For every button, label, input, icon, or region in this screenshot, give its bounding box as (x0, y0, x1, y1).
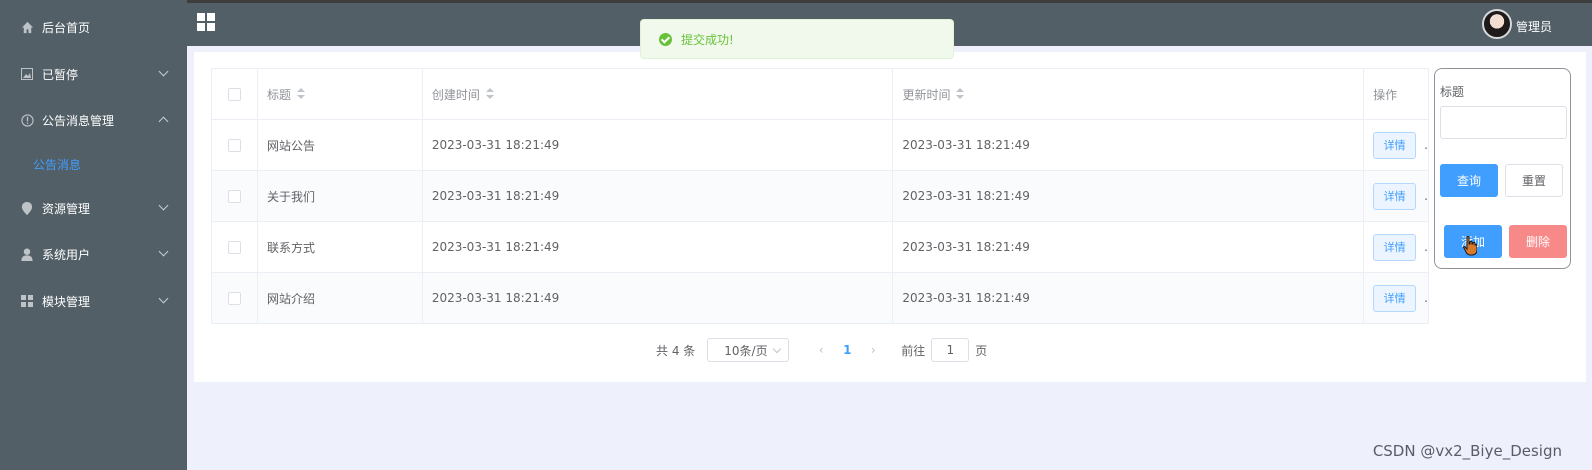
cell-updated: 2023-03-31 18:21:49 (893, 171, 1364, 221)
grid-icon (20, 294, 34, 308)
query-button[interactable]: 查询 (1440, 164, 1498, 197)
sidebar-item-label: 已暂停 (42, 67, 79, 82)
cell-created: 2023-03-31 18:21:49 (423, 120, 894, 170)
select-all-checkbox[interactable] (227, 87, 241, 101)
sort-icon[interactable] (485, 88, 494, 100)
page-size-select[interactable]: 10条/页 (707, 338, 790, 362)
next-page-icon[interactable]: › (863, 343, 883, 357)
sidebar-item-label: 资源管理 (42, 201, 91, 216)
cell-created: 2023-03-31 18:21:49 (423, 222, 894, 272)
chevron-down-icon (158, 293, 169, 304)
cell-updated: 2023-03-31 18:21:49 (893, 120, 1364, 170)
row-checkbox[interactable] (227, 240, 241, 254)
sidebar-item-label: 后台首页 (42, 20, 91, 35)
page-suffix-label: 页 (975, 343, 988, 358)
sort-icon[interactable] (956, 88, 965, 100)
detail-button[interactable]: 详情 (1373, 131, 1417, 159)
row-checkbox[interactable] (227, 291, 241, 305)
sort-icon[interactable] (296, 88, 305, 100)
reset-button[interactable]: 重置 (1505, 164, 1563, 197)
sidebar-subitem-label: 公告消息 (33, 157, 82, 172)
sidebar-item-notice-management[interactable]: 公告消息管理 (0, 100, 187, 140)
sidebar-item-home[interactable]: 后台首页 (0, 7, 187, 47)
prev-page-icon[interactable]: ‹ (811, 343, 831, 357)
page-number[interactable]: 1 (831, 343, 863, 357)
table-header-row: 标题 创建时间 更新时间 操作 (212, 69, 1430, 120)
picture-icon (20, 67, 34, 81)
column-header-title[interactable]: 标题 (258, 69, 423, 119)
sidebar-item-system-users[interactable]: 系统用户 (0, 234, 187, 274)
cell-title: 联系方式 (258, 222, 423, 272)
delete-button[interactable]: 删除 (1509, 225, 1567, 258)
detail-button[interactable]: 详情 (1373, 233, 1417, 261)
table-row[interactable]: 联系方式 2023-03-31 18:21:49 2023-03-31 18:2… (212, 222, 1429, 273)
data-table: 标题 创建时间 更新时间 操作 网站公告 2023-03-31 18:21:49… (211, 68, 1430, 324)
column-header-actions: 操作 (1364, 69, 1430, 119)
row-checkbox[interactable] (227, 189, 241, 203)
table-row[interactable]: 关于我们 2023-03-31 18:21:49 2023-03-31 18:2… (212, 171, 1429, 222)
cell-title: 网站公告 (258, 120, 423, 170)
column-header-updated[interactable]: 更新时间 (893, 69, 1365, 119)
chevron-down-icon (773, 344, 782, 354)
row-checkbox[interactable] (227, 138, 241, 152)
chevron-down-icon (158, 246, 169, 257)
cell-title: 网站介绍 (258, 273, 423, 323)
sidebar: 后台首页 已暂停 公告消息管理 公告消息 资源管理 系统用户 模块管理 (0, 0, 187, 470)
success-toast: 提交成功! (640, 19, 954, 59)
detail-button[interactable]: 详情 (1373, 284, 1417, 312)
avatar[interactable] (1482, 9, 1512, 39)
location-icon (20, 201, 34, 215)
info-circle-icon (20, 113, 34, 127)
search-title-label: 标题 (1440, 85, 1465, 99)
user-icon (20, 247, 34, 261)
cell-created: 2023-03-31 18:21:49 (423, 273, 894, 323)
more-indicator: . (1424, 291, 1428, 305)
goto-page-input[interactable]: 1 (931, 338, 970, 362)
sidebar-item-module-management[interactable]: 模块管理 (0, 281, 187, 321)
cell-updated: 2023-03-31 18:21:49 (893, 222, 1364, 272)
user-name[interactable]: 管理员 (1516, 18, 1552, 35)
search-title-input[interactable] (1440, 106, 1567, 139)
sidebar-item-label: 模块管理 (42, 294, 91, 309)
chevron-up-icon (158, 116, 169, 127)
more-indicator: . (1424, 189, 1428, 203)
watermark: CSDN @vx2_Biye_Design (1372, 442, 1562, 460)
table-row[interactable]: 网站介绍 2023-03-31 18:21:49 2023-03-31 18:2… (212, 273, 1429, 324)
search-panel: 标题 查询 重置 添加 删除 (1434, 68, 1571, 269)
sidebar-subitem-notice[interactable]: 公告消息 (0, 144, 187, 184)
sidebar-item-label: 系统用户 (42, 247, 91, 262)
detail-button[interactable]: 详情 (1373, 182, 1417, 210)
chevron-down-icon (158, 66, 169, 77)
chevron-down-icon (158, 200, 169, 211)
more-indicator: . (1424, 240, 1428, 254)
more-indicator: . (1424, 138, 1428, 152)
cell-updated: 2023-03-31 18:21:49 (893, 273, 1364, 323)
pagination: 共 4 条 10条/页 ‹ 1 › 前往 1 页 (656, 338, 987, 362)
table-row[interactable]: 网站公告 2023-03-31 18:21:49 2023-03-31 18:2… (212, 120, 1429, 171)
goto-label: 前往 (901, 343, 926, 358)
column-header-created[interactable]: 创建时间 (423, 69, 894, 119)
check-circle-icon (659, 32, 672, 46)
cell-created: 2023-03-31 18:21:49 (423, 171, 894, 221)
toast-message: 提交成功! (681, 32, 734, 47)
home-icon (20, 20, 34, 34)
sidebar-item-resource-management[interactable]: 资源管理 (0, 188, 187, 228)
sidebar-item-paused[interactable]: 已暂停 (0, 54, 187, 94)
hand-cursor-icon (1463, 236, 1477, 256)
pagination-total: 共 4 条 (656, 343, 696, 358)
cell-title: 关于我们 (258, 171, 423, 221)
sidebar-item-label: 公告消息管理 (42, 113, 115, 128)
